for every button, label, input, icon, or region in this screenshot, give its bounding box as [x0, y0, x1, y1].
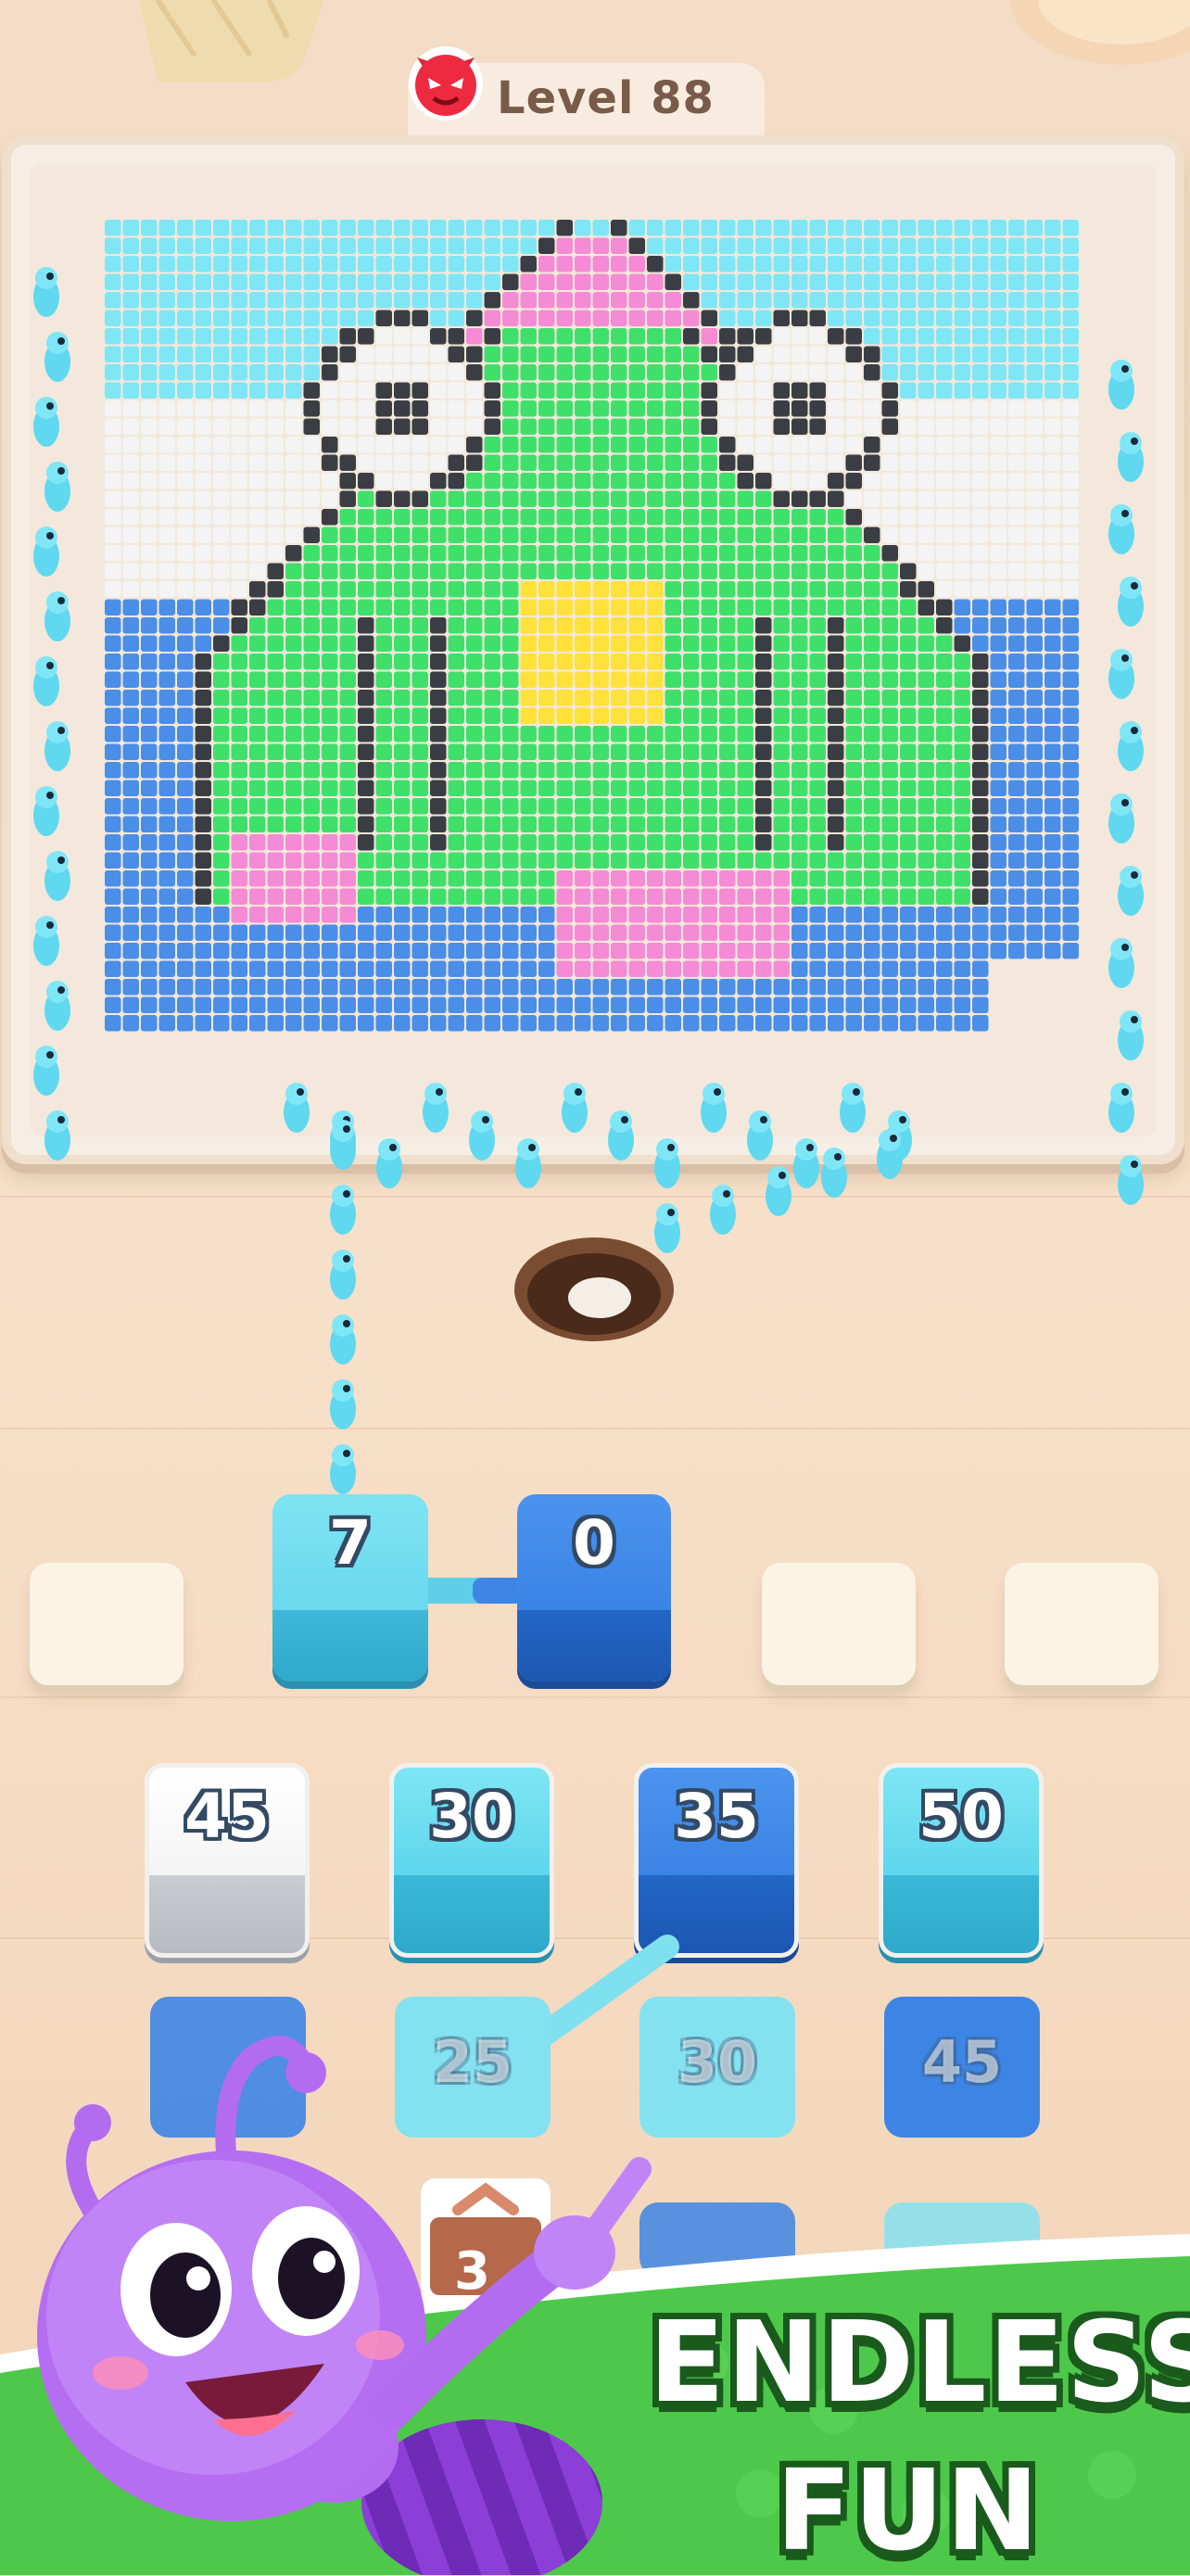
- grid-block-value: 30: [429, 1781, 514, 1852]
- ant-icon: [1118, 721, 1144, 771]
- ant-icon: [1108, 793, 1134, 844]
- ant-icon: [821, 1148, 847, 1198]
- queue-block-blue[interactable]: 0: [517, 1494, 671, 1681]
- queue-block-cyan[interactable]: 7: [272, 1494, 428, 1681]
- ant-icon: [44, 1110, 70, 1161]
- ant-icon: [877, 1129, 903, 1179]
- ant-icon: [1108, 1083, 1134, 1133]
- ant-icon: [747, 1110, 773, 1161]
- ant-icon: [44, 332, 70, 382]
- ant-icon: [654, 1138, 680, 1188]
- ant-icon: [33, 786, 59, 836]
- ant-icon: [33, 267, 59, 317]
- ant-icon: [33, 656, 59, 706]
- promo-line-2: FUN: [776, 2447, 1041, 2576]
- ant-icon: [33, 397, 59, 447]
- ant-icon: [701, 1083, 727, 1133]
- ant-icon: [1108, 938, 1134, 988]
- ant-icon: [44, 981, 70, 1031]
- ant-icon: [1108, 649, 1134, 699]
- ant-icon: [330, 1444, 356, 1494]
- ant-icon: [33, 527, 59, 577]
- ant-icon: [710, 1185, 736, 1235]
- grid-block-value: 35: [674, 1781, 759, 1852]
- promo-line-1: ENDLESS: [649, 2299, 1190, 2428]
- ant-icon: [284, 1083, 310, 1133]
- hole-icon: [514, 1237, 674, 1341]
- queue-block-value: 0: [573, 1507, 615, 1579]
- ant-icon: [1108, 360, 1134, 410]
- devil-face-icon: [409, 46, 483, 121]
- grid-block[interactable]: 45: [145, 1763, 310, 1958]
- ant-icon: [515, 1138, 541, 1188]
- grid-block-value: 45: [921, 2028, 1003, 2096]
- grid-block[interactable]: 50: [879, 1763, 1044, 1958]
- ant-mascot-icon: [37, 2036, 652, 2575]
- ant-icon: [608, 1110, 634, 1161]
- grid-block-value: 30: [677, 2028, 758, 2096]
- ant-icon: [44, 721, 70, 771]
- ant-icon: [330, 1314, 356, 1364]
- ant-icon: [1118, 432, 1144, 482]
- ant-icon: [840, 1083, 866, 1133]
- ant-icon: [766, 1166, 791, 1216]
- queue-slot-empty[interactable]: [30, 1563, 184, 1685]
- ant-icon: [1108, 504, 1134, 554]
- level-label: Level 88: [497, 72, 715, 124]
- ant-icon: [469, 1110, 495, 1161]
- ant-icon: [44, 851, 70, 901]
- ant-icon: [33, 916, 59, 966]
- ant-icon: [330, 1120, 356, 1170]
- corner-plate-decoration: [1010, 0, 1190, 65]
- ant-icon: [1118, 1010, 1144, 1060]
- wood-plank-line: [0, 1696, 1190, 1698]
- grid-block-locked[interactable]: 45: [884, 1997, 1040, 2138]
- ant-icon: [44, 462, 70, 512]
- ant-icon: [330, 1379, 356, 1429]
- queue-block-value: 7: [329, 1507, 372, 1579]
- ant-icon: [33, 1046, 59, 1096]
- ant-icon: [44, 591, 70, 641]
- ant-icon: [376, 1138, 402, 1188]
- ant-icon: [1118, 866, 1144, 916]
- grid-block-value: 50: [918, 1781, 1004, 1852]
- corner-cushion-decoration: [139, 0, 324, 82]
- ant-icon: [1118, 577, 1144, 627]
- grid-block-value: 45: [184, 1781, 270, 1852]
- ant-icon: [562, 1083, 588, 1133]
- queue-slot-empty[interactable]: [1005, 1563, 1158, 1685]
- ant-icon: [793, 1138, 819, 1188]
- ant-icon: [1118, 1155, 1144, 1205]
- ant-icon: [330, 1250, 356, 1300]
- ant-icon: [423, 1083, 449, 1133]
- queue-slot-empty[interactable]: [762, 1563, 916, 1685]
- ant-icon: [330, 1185, 356, 1235]
